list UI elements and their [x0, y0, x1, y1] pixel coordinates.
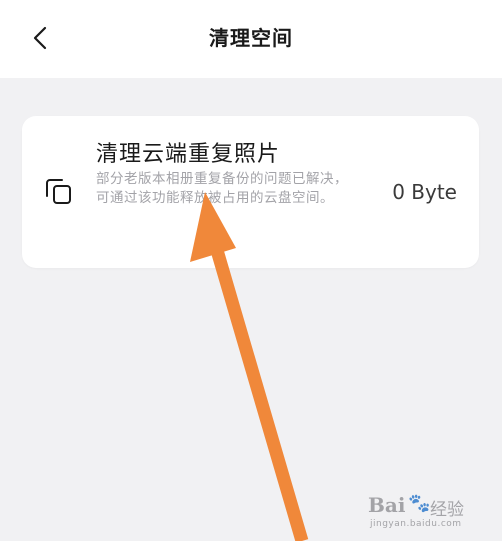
copy-icon	[46, 179, 71, 204]
storage-size-value: 0 Byte	[392, 180, 457, 204]
card-description-line2: 可通过该功能释放被占用的云盘空间。	[96, 190, 334, 206]
watermark-logo: Bai	[368, 493, 406, 517]
watermark-text: 经验	[430, 500, 464, 520]
watermark-url: jingyan.baidu.com	[370, 519, 462, 529]
annotation-arrow	[190, 192, 309, 541]
card-title: 清理云端重复照片	[96, 142, 281, 167]
card-description: 部分老版本相册重复备份的问题已解决， 可通过该功能释放被占用的云盘空间。	[96, 170, 364, 208]
card-description-line1: 部分老版本相册重复备份的问题已解决，	[96, 171, 348, 187]
page-title: 清理空间	[209, 26, 293, 50]
baidu-jingyan-watermark: Bai 🐾 经验 jingyan.baidu.com	[368, 493, 486, 533]
top-bar: 清理空间	[0, 0, 502, 78]
paw-icon: 🐾	[408, 493, 431, 514]
clean-duplicate-photos-card[interactable]: 清理云端重复照片 部分老版本相册重复备份的问题已解决， 可通过该功能释放被占用的…	[22, 116, 479, 268]
